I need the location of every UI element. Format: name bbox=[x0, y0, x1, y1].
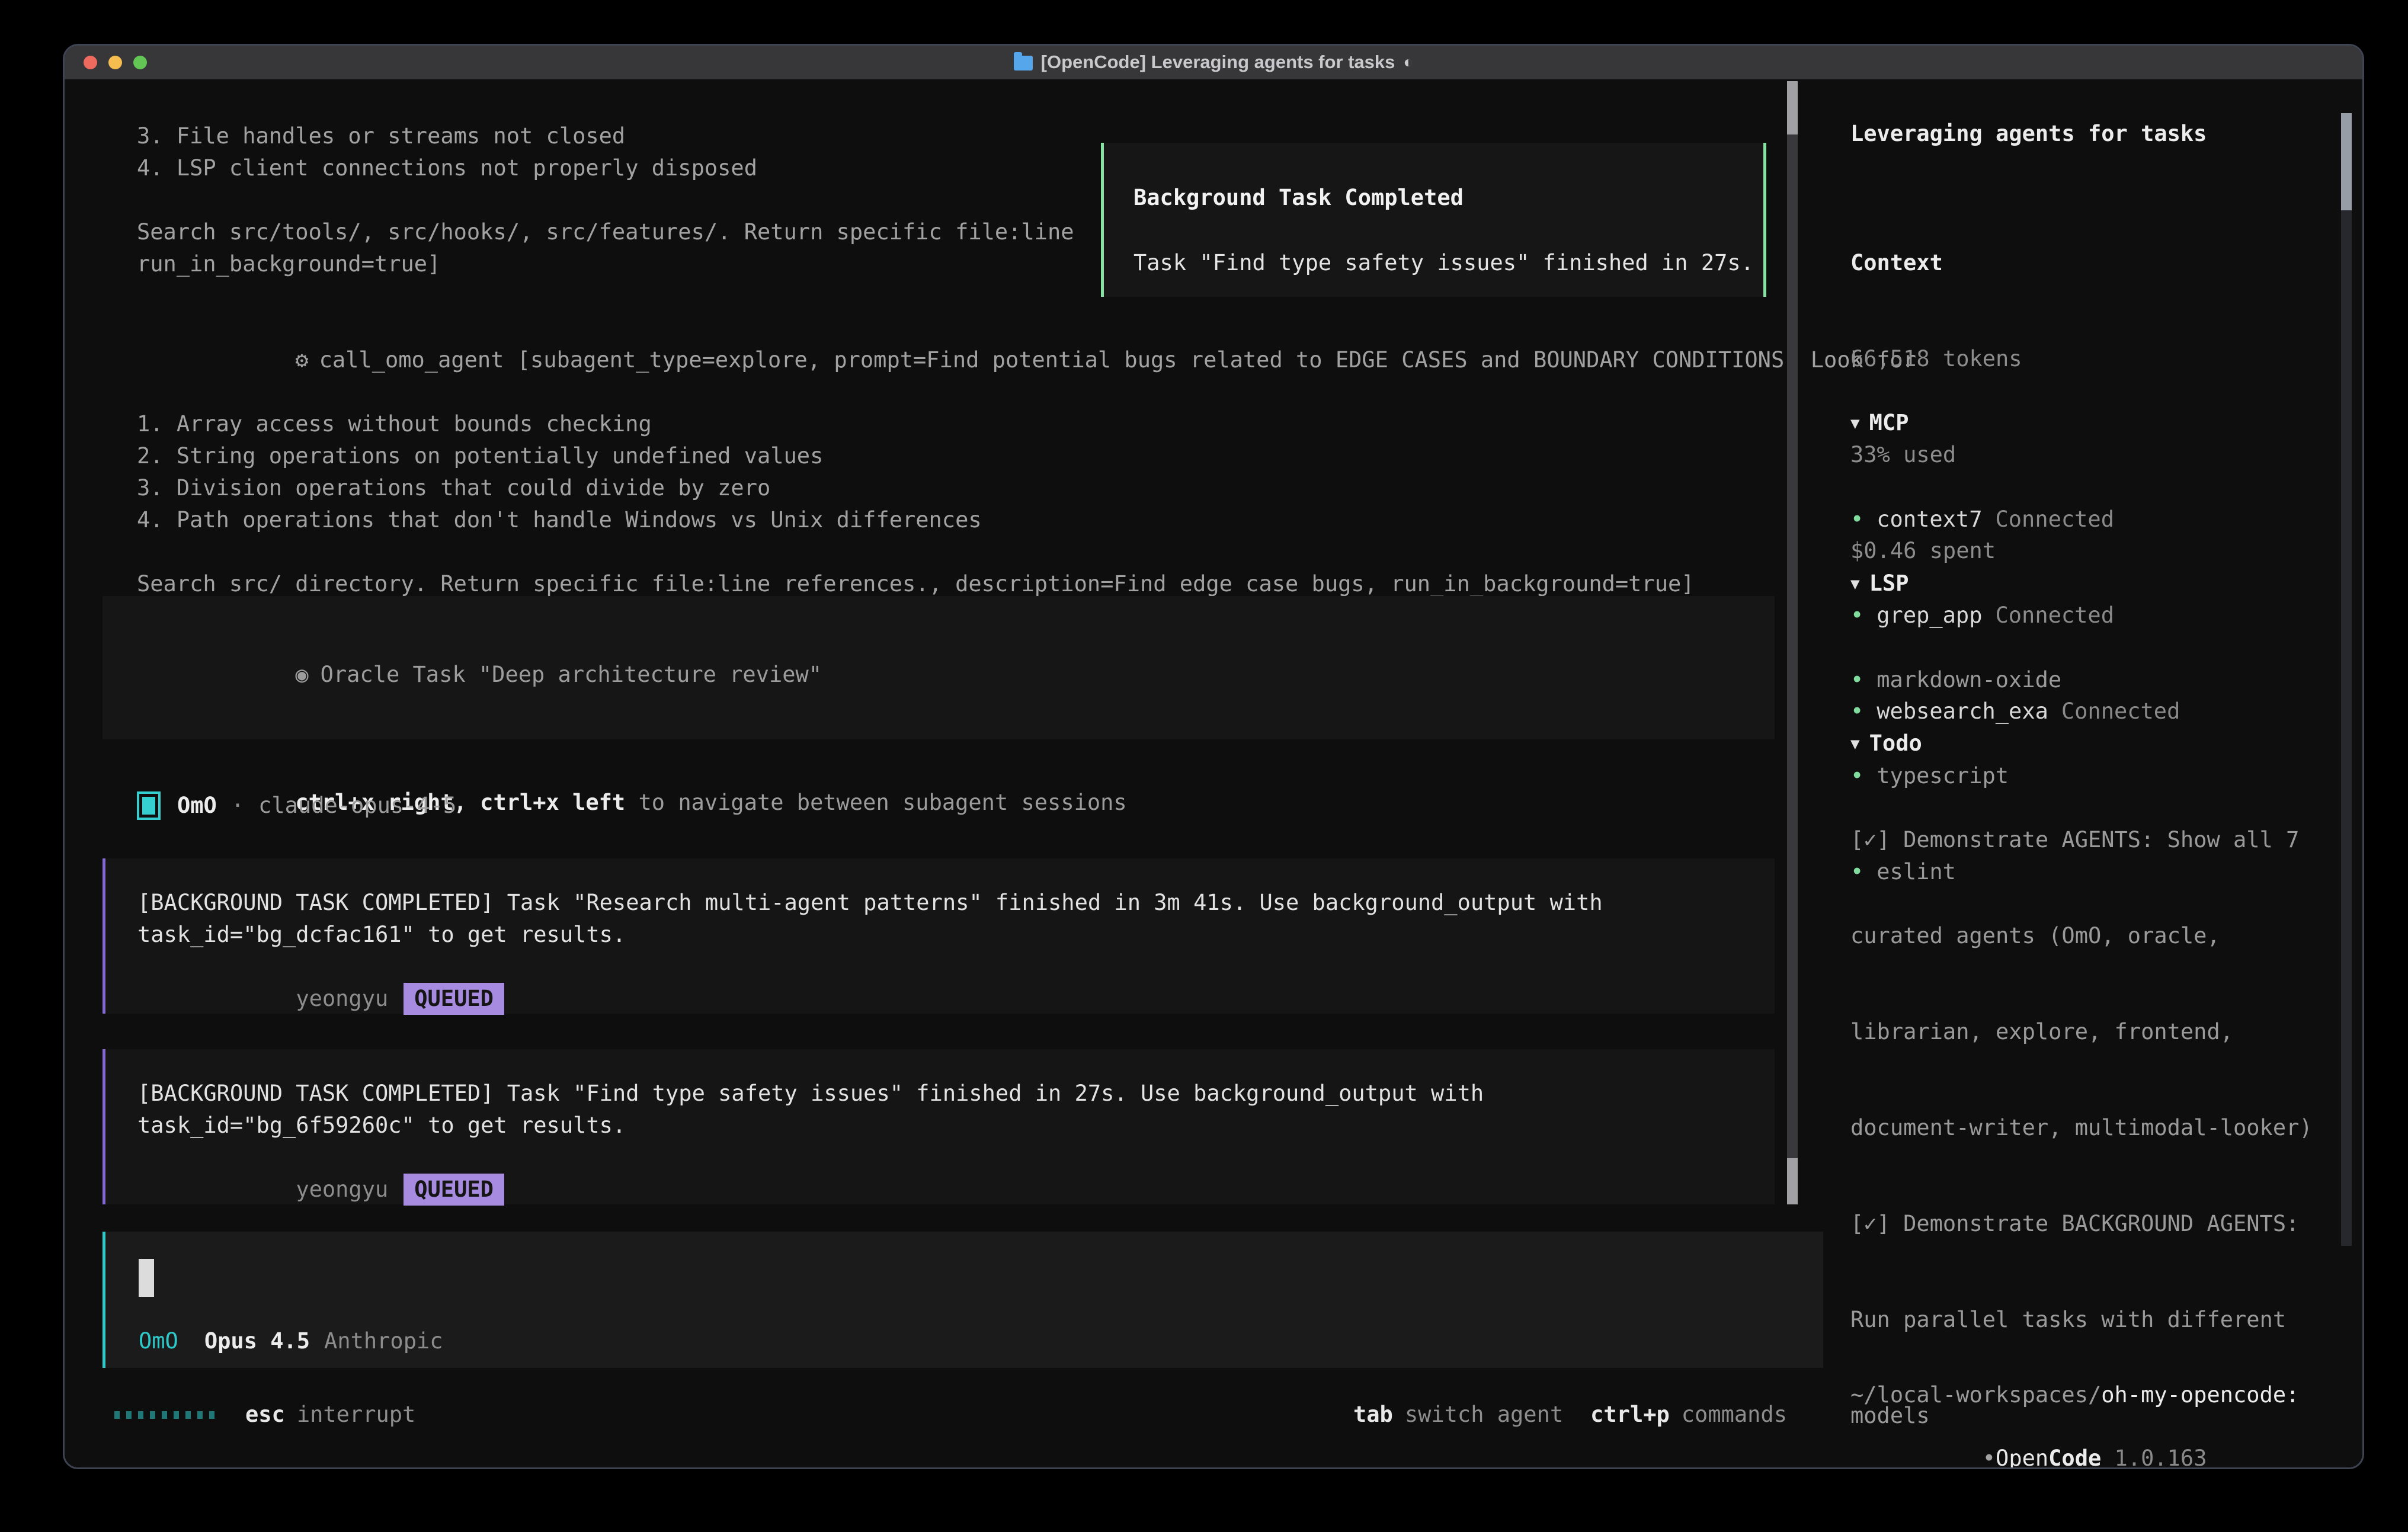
todo-item-line: curated agents (OmO, oracle, bbox=[1850, 920, 2339, 952]
mcp-heading: MCP bbox=[1869, 410, 1909, 435]
window-title-text: [OpenCode] Leveraging agents for tasks bbox=[1041, 52, 1395, 73]
main-scrollbar-top-cap[interactable] bbox=[1787, 81, 1798, 134]
folder-icon bbox=[1014, 56, 1033, 70]
status-badge: QUEUED bbox=[404, 983, 504, 1015]
oracle-task-title: Oracle Task "Deep architecture review" bbox=[321, 662, 822, 687]
prompt-input[interactable]: OmO Opus 4.5 Anthropic bbox=[103, 1232, 1823, 1368]
collapse-triangle-icon: ▼ bbox=[1850, 415, 1860, 432]
ctrlp-key-label: commands bbox=[1682, 1399, 1787, 1431]
task-message-line: [BACKGROUND TASK COMPLETED] Task "Resear… bbox=[137, 887, 1775, 919]
main-scrollbar[interactable] bbox=[1787, 81, 1798, 1204]
scrollback-line: 4. LSP client connections not properly d… bbox=[137, 152, 1074, 184]
background-task-message: [BACKGROUND TASK COMPLETED] Task "Resear… bbox=[103, 858, 1775, 1014]
separator-dot: · bbox=[231, 790, 244, 822]
task-message-line: task_id="bg_dcfac161" to get results. bbox=[137, 919, 1775, 951]
chat-transcript: 3. File handles or streams not closed 4.… bbox=[65, 80, 1829, 1468]
tool-call-header-text: call_omo_agent [subagent_type=explore, p… bbox=[319, 347, 1916, 373]
oracle-hint-text: to navigate between subagent sessions bbox=[625, 790, 1126, 815]
tab-key-hint: tab bbox=[1353, 1399, 1393, 1431]
tool-call-item: 1. Array access without bounds checking bbox=[137, 408, 1916, 440]
agent-icon bbox=[137, 791, 161, 820]
status-bar-right: tab switch agent ctrl+p commands bbox=[1353, 1399, 1787, 1431]
todo-item-line: document-writer, multimodal-looker) bbox=[1850, 1112, 2339, 1144]
context-heading: Context bbox=[1850, 247, 2022, 279]
esc-key-hint: esc bbox=[245, 1399, 285, 1431]
workspace-path-line: ~/local-workspaces/oh-my-opencode: bbox=[1850, 1379, 2299, 1411]
app-version: 1.0.163 bbox=[2115, 1446, 2207, 1469]
app-name-code: Code bbox=[2048, 1446, 2101, 1469]
scrollback-line: run_in_background=true] bbox=[137, 248, 1074, 280]
app-name-open: Open bbox=[1996, 1446, 2048, 1469]
tool-call-block: ⚙ call_omo_agent [subagent_type=explore, … bbox=[137, 312, 1916, 600]
scrollback-line: Search src/tools/, src/hooks/, src/featu… bbox=[137, 216, 1074, 248]
ctrlp-key-hint: ctrl+p bbox=[1590, 1399, 1670, 1431]
window-title: [OpenCode] Leveraging agents for tasks ◐ bbox=[1014, 52, 1414, 73]
opencode-window: [OpenCode] Leveraging agents for tasks ◐… bbox=[63, 44, 2364, 1469]
input-agent-name: OmO bbox=[139, 1325, 178, 1357]
close-button[interactable] bbox=[84, 56, 97, 69]
sidebar: Leveraging agents for tasks Context 66,5… bbox=[1829, 80, 2362, 1468]
tool-call-footer: Search src/ directory. Return specific f… bbox=[137, 568, 1916, 600]
tab-key-label: switch agent bbox=[1405, 1399, 1563, 1431]
main-scrollbar-thumb[interactable] bbox=[1787, 1158, 1798, 1204]
record-icon: ◉ bbox=[295, 662, 308, 687]
task-message-line: task_id="bg_6f59260c" to get results. bbox=[137, 1110, 1775, 1142]
minimize-button[interactable] bbox=[108, 56, 122, 69]
gear-icon: ⚙ bbox=[295, 347, 308, 373]
workspace-path-dim: ~/local-workspaces/ bbox=[1850, 1382, 2101, 1408]
status-badge: QUEUED bbox=[404, 1174, 504, 1206]
collapse-triangle-icon: ▼ bbox=[1850, 575, 1860, 593]
lsp-section-header[interactable]: ▼ LSP bbox=[1850, 568, 2061, 600]
todo-section-header[interactable]: ▼ Todo bbox=[1850, 727, 2339, 760]
background-task-message: [BACKGROUND TASK COMPLETED] Task "Find t… bbox=[103, 1049, 1775, 1204]
notification-body: Task "Find type safety issues" finished … bbox=[1133, 247, 1763, 279]
agent-model: claude-opus-4-5 bbox=[258, 790, 456, 822]
esc-key-label: interrupt bbox=[297, 1399, 415, 1431]
status-bar: esc interrupt tab switch agent ctrl+p co… bbox=[65, 1399, 1829, 1431]
desktop: [OpenCode] Leveraging agents for tasks ◐… bbox=[0, 0, 2408, 1532]
bullet-icon: • bbox=[1983, 1446, 1996, 1469]
tool-call-item: 2. String operations on potentially unde… bbox=[137, 440, 1916, 472]
agent-session-header: OmO · claude-opus-4-5 bbox=[137, 790, 456, 822]
scrollback-text: 3. File handles or streams not closed 4.… bbox=[137, 120, 1074, 280]
tool-call-item: 3. Division operations that could divide… bbox=[137, 472, 1916, 504]
background-task-notification: Background Task Completed Task "Find typ… bbox=[1101, 143, 1766, 297]
input-model-name: Opus 4.5 bbox=[204, 1325, 310, 1357]
tool-call-header: ⚙ call_omo_agent [subagent_type=explore, … bbox=[137, 312, 1916, 408]
todo-heading: Todo bbox=[1869, 730, 1922, 756]
oracle-task-panel: ◉Oracle Task "Deep architecture review" … bbox=[103, 596, 1775, 739]
notification-title: Background Task Completed bbox=[1133, 182, 1763, 214]
input-meta-row: OmO Opus 4.5 Anthropic bbox=[139, 1325, 443, 1357]
sidebar-scrollbar[interactable] bbox=[2341, 113, 2352, 1246]
text-cursor bbox=[139, 1259, 154, 1297]
task-meta-row: yeongyu QUEUED bbox=[137, 951, 1775, 1047]
scrollback-line: 3. File handles or streams not closed bbox=[137, 120, 1074, 152]
task-user: yeongyu bbox=[296, 986, 388, 1011]
app-version-row: •OpenCode 1.0.163 bbox=[1850, 1411, 2207, 1469]
input-provider-name: Anthropic bbox=[324, 1325, 443, 1357]
task-message-line: [BACKGROUND TASK COMPLETED] Task "Find t… bbox=[137, 1078, 1775, 1110]
agent-name: OmO bbox=[177, 790, 217, 822]
collapse-triangle-icon: ▼ bbox=[1850, 735, 1860, 753]
todo-item-line: librarian, explore, frontend, bbox=[1850, 1016, 2339, 1048]
lsp-heading: LSP bbox=[1869, 571, 1909, 596]
window-controls bbox=[84, 46, 147, 79]
moon-icon: ◐ bbox=[1403, 53, 1413, 72]
maximize-button[interactable] bbox=[133, 56, 147, 69]
content-area: 3. File handles or streams not closed 4.… bbox=[65, 80, 2362, 1468]
todo-item-line: [✓] Demonstrate AGENTS: Show all 7 bbox=[1850, 824, 2339, 856]
session-title: Leveraging agents for tasks bbox=[1850, 118, 2207, 150]
mcp-section-header[interactable]: ▼ MCP bbox=[1850, 407, 2180, 440]
workspace-path-bright: oh-my-opencode: bbox=[2101, 1382, 2299, 1408]
todo-item-line: [✓] Demonstrate BACKGROUND AGENTS: bbox=[1850, 1208, 2339, 1240]
task-meta-row: yeongyu QUEUED bbox=[137, 1142, 1775, 1238]
titlebar: [OpenCode] Leveraging agents for tasks ◐ bbox=[65, 46, 2362, 80]
spinner-dots-icon bbox=[114, 1411, 214, 1419]
sidebar-scrollbar-thumb[interactable] bbox=[2341, 113, 2352, 210]
tool-call-item: 4. Path operations that don't handle Win… bbox=[137, 504, 1916, 536]
oracle-task-title-row: ◉ Oracle Task "Deep architecture review" bbox=[137, 627, 1775, 723]
task-user: yeongyu bbox=[296, 1177, 388, 1202]
